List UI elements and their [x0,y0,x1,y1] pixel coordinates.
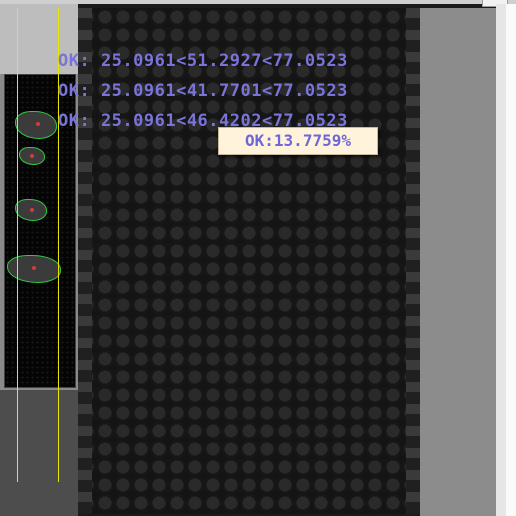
guide-line-right[interactable] [58,8,59,482]
defect-center-marker [30,154,34,158]
defect-blob [15,199,47,221]
defect-blob [15,111,57,139]
mesh-right-edge [406,8,420,514]
result-line: OK: 25.0961<41.7701<77.0523 [58,81,348,101]
defect-center-marker [36,122,40,126]
result-line: OK: 25.0961<51.2927<77.0523 [58,51,348,71]
defect-blob [19,147,45,165]
right-fixture-plate [420,8,496,516]
left-fixture-lower [0,390,78,516]
defect-center-marker [32,266,36,270]
coverage-percent-badge: OK:13.7759% [218,127,378,155]
defect-center-marker [30,208,34,212]
image-viewer[interactable]: OK: 25.0961<51.2927<77.0523 OK: 25.0961<… [0,0,516,516]
right-border [496,4,506,516]
right-border-outer [506,4,516,516]
guide-line-left[interactable] [17,8,18,482]
defect-blob [7,255,61,283]
